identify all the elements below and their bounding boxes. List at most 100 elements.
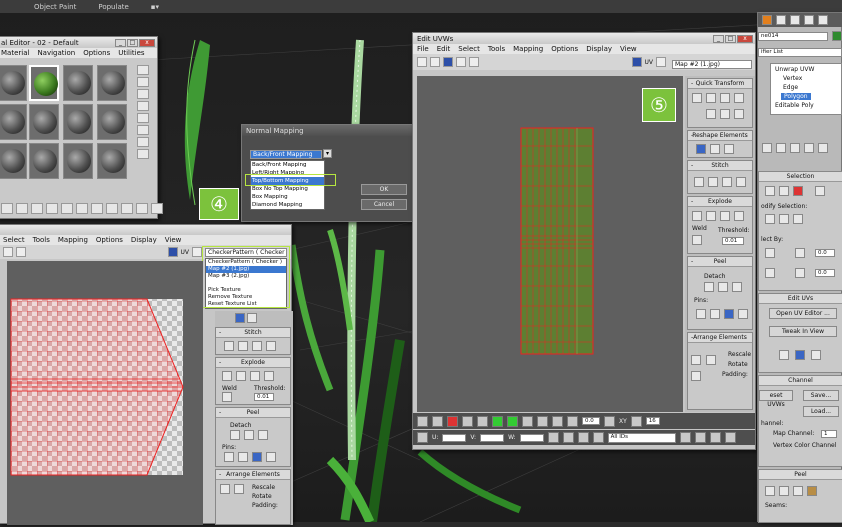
mapping-option[interactable]: Back/Front Mapping: [251, 161, 324, 169]
peel-reset-icon[interactable]: [732, 282, 742, 292]
put-to-library-icon[interactable]: [91, 203, 103, 214]
zoom-extents-icon[interactable]: [724, 432, 736, 443]
menu-edit[interactable]: Edit: [437, 45, 451, 53]
close-button[interactable]: x: [737, 34, 753, 43]
stack-vertex[interactable]: Vertex: [783, 75, 802, 82]
element-select-icon[interactable]: [815, 186, 825, 196]
display-tab-icon[interactable]: [818, 15, 828, 25]
stitch-source-icon[interactable]: [238, 341, 248, 351]
material-slot[interactable]: [29, 104, 59, 140]
menu-select[interactable]: Select: [3, 236, 25, 244]
auto-pin-icon[interactable]: [724, 309, 734, 319]
reset-uvws-button[interactable]: eset UVWs: [759, 390, 793, 408]
menu-mapping[interactable]: Mapping: [513, 45, 543, 53]
mirror-icon[interactable]: [469, 57, 479, 67]
xy-label[interactable]: XY: [619, 418, 627, 425]
planar-angle-icon[interactable]: [795, 248, 805, 258]
u-input[interactable]: [442, 433, 467, 442]
material-slot[interactable]: [97, 104, 127, 140]
detach-edge-icon[interactable]: [706, 211, 716, 221]
grid-snap-icon[interactable]: [630, 415, 642, 427]
make-unique-icon[interactable]: [76, 203, 88, 214]
select-vertex-icon[interactable]: [417, 415, 428, 427]
v-input[interactable]: [480, 433, 505, 442]
object-color-swatch[interactable]: [832, 31, 842, 41]
stack-editable-poly[interactable]: Editable Poly: [775, 102, 814, 109]
menu-tools[interactable]: Tools: [33, 236, 50, 244]
edge-select-icon[interactable]: [779, 186, 789, 196]
menu-view[interactable]: View: [620, 45, 637, 53]
go-to-parent-icon[interactable]: [151, 203, 163, 214]
configure-sets-icon[interactable]: [818, 143, 828, 153]
menu-options[interactable]: Options: [551, 45, 578, 53]
break-icon[interactable]: [222, 371, 232, 381]
stitch-settings-icon[interactable]: [266, 341, 276, 351]
zoom-icon[interactable]: [694, 432, 706, 443]
filter-selected-icon[interactable]: [592, 432, 604, 443]
close-button[interactable]: x: [139, 38, 155, 47]
background-icon[interactable]: [137, 89, 149, 99]
chevron-down-icon[interactable]: ▾: [323, 149, 332, 158]
tweak-in-view-button[interactable]: Tweak In View: [769, 326, 837, 337]
absolute-mode-icon[interactable]: [417, 432, 428, 443]
space-v-icon[interactable]: [734, 109, 744, 119]
texture-combo[interactable]: Map #2 (1.jpg): [672, 60, 752, 69]
spin-field[interactable]: 0.0: [582, 417, 600, 425]
get-material-icon[interactable]: [1, 203, 13, 214]
matid-input[interactable]: 0.0: [815, 269, 835, 277]
straighten-icon[interactable]: [696, 144, 706, 154]
rotate-ccw-icon[interactable]: [734, 93, 744, 103]
rescale-checkbox[interactable]: Rescale: [252, 484, 275, 491]
ring-icon[interactable]: [492, 415, 503, 427]
peel-quick-icon[interactable]: [230, 430, 240, 440]
show-map-icon[interactable]: [167, 247, 178, 257]
polygon-select-icon[interactable]: [793, 186, 803, 196]
object-name-field[interactable]: ne014: [758, 32, 828, 41]
stack-unwrap-uvw[interactable]: Unwrap UVW: [775, 66, 814, 73]
map-channel-radio[interactable]: Map Channel:: [773, 430, 814, 437]
rotate-icon[interactable]: [430, 57, 440, 67]
grow-icon[interactable]: [477, 415, 488, 427]
create-tab-icon[interactable]: [762, 15, 772, 25]
zoom-region-icon[interactable]: [709, 432, 721, 443]
align-y-icon[interactable]: [706, 93, 716, 103]
maximize-button[interactable]: □: [725, 34, 736, 43]
material-slot[interactable]: [63, 104, 93, 140]
menu-object-paint[interactable]: Object Paint: [34, 3, 76, 11]
peel-reset-icon[interactable]: [258, 430, 268, 440]
sample-type-icon[interactable]: [137, 65, 149, 75]
select-pins-icon[interactable]: [738, 309, 748, 319]
minimize-button[interactable]: _: [115, 38, 126, 47]
lock-icon[interactable]: [547, 432, 559, 443]
pack-settings-icon[interactable]: [706, 355, 716, 365]
uv-axis-icon[interactable]: [656, 57, 666, 67]
loop-icon[interactable]: [507, 415, 518, 427]
pin-icon[interactable]: [224, 452, 234, 462]
relax-icon[interactable]: [710, 144, 720, 154]
quick-map-icon[interactable]: [811, 350, 821, 360]
detach-checkbox[interactable]: Detach: [704, 273, 725, 280]
vertex-color-channel-radio[interactable]: Vertex Color Channel: [773, 442, 836, 449]
menu-display[interactable]: Display: [586, 45, 612, 53]
pin-icon[interactable]: [696, 309, 706, 319]
flatten-icon[interactable]: [250, 371, 260, 381]
show-map-icon[interactable]: [631, 57, 642, 67]
detach-edge-icon[interactable]: [236, 371, 246, 381]
planar-angle-input[interactable]: 0.0: [815, 249, 835, 257]
menu-material[interactable]: Material: [1, 49, 29, 57]
detach-checkbox[interactable]: Detach: [230, 422, 251, 429]
rescale-checkbox[interactable]: Rescale: [728, 351, 751, 358]
peel-reset-icon[interactable]: [793, 486, 803, 496]
unpin-icon[interactable]: [238, 452, 248, 462]
rotate-checkbox[interactable]: Rotate: [728, 361, 748, 368]
maximize-button[interactable]: □: [127, 38, 138, 47]
normal-mapping-titlebar[interactable]: Normal Mapping: [242, 125, 417, 136]
save-button[interactable]: Save...: [803, 390, 839, 401]
select-pins-icon[interactable]: [266, 452, 276, 462]
rotate-90-icon[interactable]: [720, 93, 730, 103]
menu-file[interactable]: File: [417, 45, 429, 53]
hierarchy-tab-icon[interactable]: [790, 15, 800, 25]
quick-peel-icon[interactable]: [795, 350, 805, 360]
menu-display[interactable]: Display: [131, 236, 157, 244]
cancel-button[interactable]: Cancel: [361, 199, 407, 210]
